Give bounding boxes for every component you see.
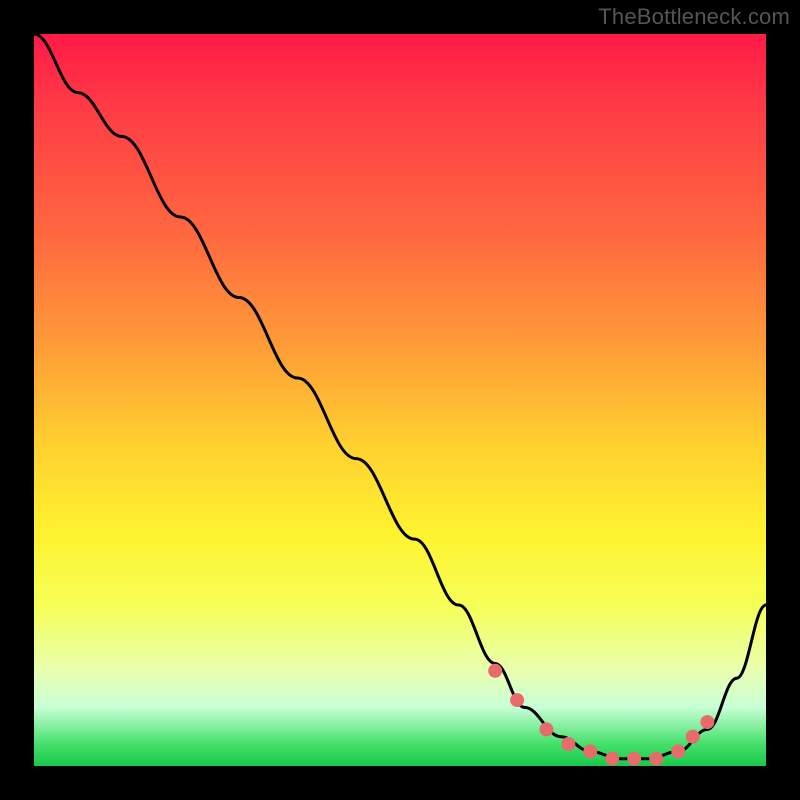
marker-dot: [605, 752, 619, 766]
marker-dot: [671, 744, 685, 758]
marker-dot: [510, 693, 524, 707]
marker-dot: [561, 737, 575, 751]
marker-dot: [488, 664, 502, 678]
watermark-text: TheBottleneck.com: [598, 4, 790, 30]
plot-area: [34, 34, 766, 766]
marker-dot: [649, 752, 663, 766]
marker-dot: [539, 722, 553, 736]
marker-dot: [627, 752, 641, 766]
marker-dot: [686, 730, 700, 744]
bottleneck-curve-path: [34, 34, 766, 759]
curve-svg: [34, 34, 766, 766]
marker-dot: [583, 744, 597, 758]
chart-frame: TheBottleneck.com: [0, 0, 800, 800]
marker-dot: [700, 715, 714, 729]
marker-group: [488, 664, 714, 766]
